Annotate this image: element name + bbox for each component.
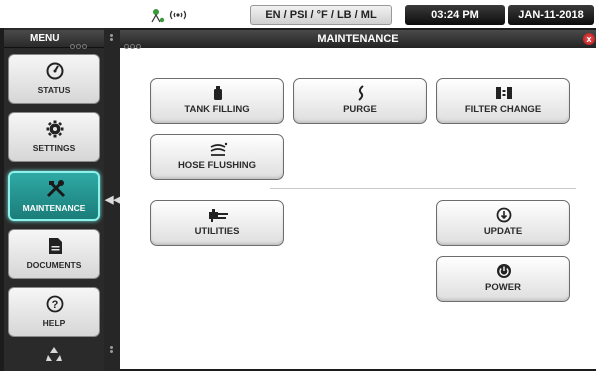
app-frame: MENU STATUS SETTINGS MAINTENANCE DOCUMEN… <box>0 28 596 371</box>
sidebar-item-settings[interactable]: SETTINGS <box>8 112 100 162</box>
update-button[interactable]: UPDATE <box>436 200 570 246</box>
power-button[interactable]: POWER <box>436 256 570 302</box>
menu-title: MENU <box>30 33 60 44</box>
clock-date: JAN-11-2018 <box>508 5 594 25</box>
sidebar-item-status[interactable]: STATUS <box>8 54 100 104</box>
clock-time: 03:24 PM <box>405 5 505 25</box>
sidebar-menu: MENU STATUS SETTINGS MAINTENANCE DOCUMEN… <box>4 28 104 371</box>
maintenance-panel: MAINTENANCE x TANK FILLING PURGE FILTER … <box>120 30 596 369</box>
window-dots-icon <box>70 36 88 54</box>
help-icon: ? <box>46 295 64 313</box>
button-label: FILTER CHANGE <box>464 104 542 115</box>
panel-header: MAINTENANCE x <box>120 30 596 49</box>
units-page-indicator <box>362 22 382 35</box>
button-label: POWER <box>485 282 521 293</box>
svg-text:?: ? <box>52 299 59 311</box>
purge-button[interactable]: PURGE <box>293 78 427 124</box>
filter-icon <box>496 87 512 99</box>
status-bar: EN / PSI / °F / LB / ML 03:24 PM JAN-11-… <box>0 0 596 35</box>
document-icon <box>49 238 62 254</box>
page-title: MAINTENANCE <box>317 33 399 45</box>
sidebar-item-maintenance[interactable]: MAINTENANCE <box>8 171 100 221</box>
recycle-icon <box>46 347 62 361</box>
button-label: PURGE <box>343 104 377 115</box>
power-icon <box>497 264 511 278</box>
sidebar-item-help[interactable]: ? HELP <box>8 287 100 337</box>
sidebar-item-documents[interactable]: DOCUMENTS <box>8 229 100 279</box>
sidebar-item-label: SETTINGS <box>32 143 76 153</box>
update-icon <box>496 207 512 223</box>
tank-filling-button[interactable]: TANK FILLING <box>150 78 284 124</box>
button-label: UTILITIES <box>194 226 240 237</box>
gauge-icon <box>46 62 64 80</box>
filter-change-button[interactable]: FILTER CHANGE <box>436 78 570 124</box>
purge-icon <box>358 85 364 101</box>
sidebar-item-label: MAINTENANCE <box>22 203 86 213</box>
hose-icon <box>210 142 228 156</box>
utilities-button[interactable]: UTILITIES <box>150 200 284 246</box>
button-label: TANK FILLING <box>184 104 250 115</box>
tools-icon <box>46 180 66 198</box>
hose-flushing-button[interactable]: HOSE FLUSHING <box>150 134 284 180</box>
sidebar-item-label: STATUS <box>37 85 71 95</box>
section-divider <box>270 188 576 189</box>
close-button[interactable]: x <box>583 33 595 45</box>
sidebar-item-label: HELP <box>42 318 66 328</box>
drag-grip-icon <box>110 34 114 44</box>
button-label: UPDATE <box>483 226 523 237</box>
menu-header: MENU <box>4 30 104 49</box>
tank-icon <box>214 86 222 100</box>
sidebar-item-label: DOCUMENTS <box>26 260 82 270</box>
utilities-icon <box>209 209 228 222</box>
sidebar-collapse-strip[interactable]: ◀◀ <box>104 28 122 371</box>
network-wifi-icon <box>151 9 187 23</box>
drag-grip-icon <box>110 346 114 356</box>
button-label: HOSE FLUSHING <box>177 160 257 171</box>
gear-icon <box>46 120 64 138</box>
